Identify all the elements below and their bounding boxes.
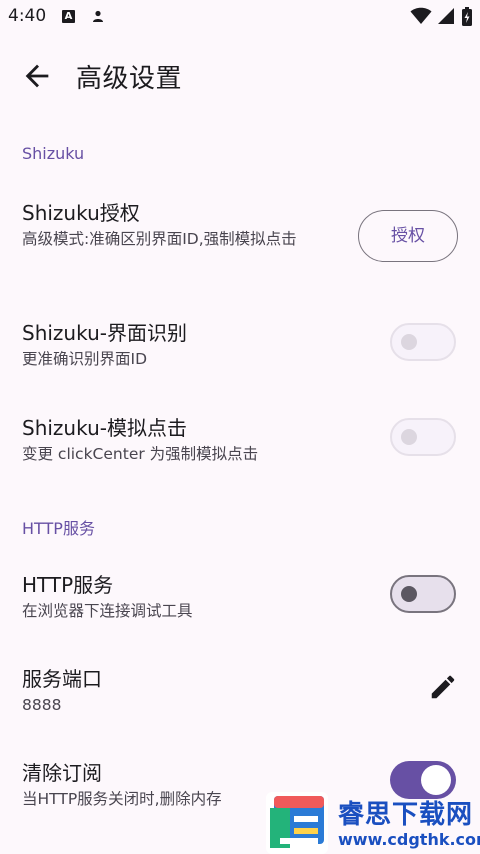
row-subtitle: 当HTTP服务关闭时,删除内存 xyxy=(22,790,222,808)
app-bar: 高级设置 xyxy=(0,44,480,108)
status-time: 4:40 xyxy=(8,6,47,26)
watermark-title: 睿思下载网 xyxy=(338,800,474,830)
edit-port-button[interactable] xyxy=(428,672,458,702)
row-title: Shizuku-界面识别 xyxy=(22,321,187,345)
a-notification-icon: A xyxy=(62,10,75,23)
row-title: 清除订阅 xyxy=(22,761,102,785)
row-subtitle: 高级模式:准确区别界面ID,强制模拟点击 xyxy=(22,230,297,248)
shizuku-ui-toggle[interactable] xyxy=(390,323,456,361)
settings-row-service-port: 服务端口 8888 xyxy=(0,656,480,720)
row-title: Shizuku授权 xyxy=(22,201,140,225)
section-header-http: HTTP服务 xyxy=(22,519,95,538)
watermark: 睿思下载网 www.cdgthk.com xyxy=(266,788,480,854)
row-title: 服务端口 xyxy=(22,667,102,691)
back-button[interactable] xyxy=(20,59,54,93)
row-subtitle: 变更 clickCenter 为强制模拟点击 xyxy=(22,445,259,463)
settings-row-shizuku-ui: Shizuku-界面识别 更准确识别界面ID xyxy=(0,310,480,374)
battery-icon xyxy=(462,7,472,30)
row-subtitle: 更准确识别界面ID xyxy=(22,350,148,368)
status-bar: 4:40 A xyxy=(0,0,480,34)
watermark-url: www.cdgthk.com xyxy=(338,830,480,849)
watermark-logo-icon xyxy=(266,792,328,854)
settings-row-http-service: HTTP服务 在浏览器下连接调试工具 xyxy=(0,562,480,626)
authorize-button[interactable]: 授权 xyxy=(358,210,458,262)
port-value: 8888 xyxy=(22,696,62,714)
toggle-knob xyxy=(401,586,417,602)
toggle-knob xyxy=(401,334,417,350)
pencil-icon xyxy=(431,675,455,699)
row-title: Shizuku-模拟点击 xyxy=(22,416,187,440)
settings-row-shizuku-auth: Shizuku授权 高级模式:准确区别界面ID,强制模拟点击 授权 xyxy=(0,190,480,282)
signal-icon xyxy=(437,7,455,29)
wifi-icon xyxy=(410,7,432,29)
row-subtitle: 在浏览器下连接调试工具 xyxy=(22,602,193,620)
http-service-toggle[interactable] xyxy=(390,575,456,613)
shizuku-click-toggle[interactable] xyxy=(390,418,456,456)
settings-row-shizuku-click: Shizuku-模拟点击 变更 clickCenter 为强制模拟点击 xyxy=(0,405,480,469)
page-title: 高级设置 xyxy=(76,64,183,94)
arrow-back-icon xyxy=(25,64,49,88)
person-icon xyxy=(92,9,104,28)
row-title: HTTP服务 xyxy=(22,573,114,597)
toggle-knob xyxy=(401,429,417,445)
section-header-shizuku: Shizuku xyxy=(22,144,85,163)
